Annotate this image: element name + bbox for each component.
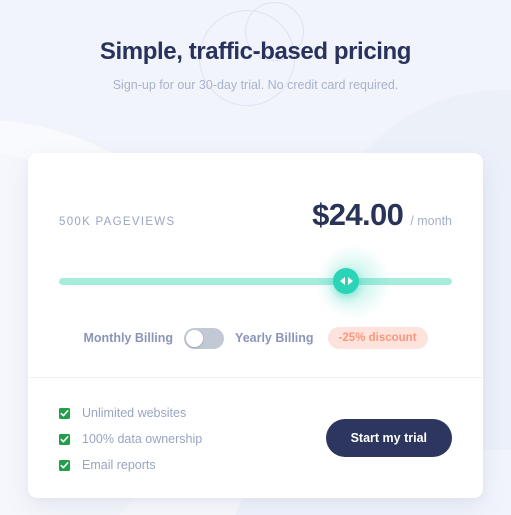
price-amount: $24.00 (312, 197, 404, 232)
features-list: Unlimited websites 100% data ownership E… (59, 404, 202, 472)
billing-toggle-row: Monthly Billing Yearly Billing -25% disc… (59, 327, 452, 349)
pricing-card: 500K PAGEVIEWS $24.00 / month Monthly Bi… (28, 153, 483, 498)
feature-label: 100% data ownership (82, 432, 203, 446)
billing-toggle-knob (186, 329, 204, 347)
list-item: Unlimited websites (59, 406, 202, 420)
chevron-right-icon (347, 277, 353, 285)
price-period: / month (410, 214, 452, 228)
checkbox-checked-icon (59, 407, 70, 419)
pricing-card-top: 500K PAGEVIEWS $24.00 / month Monthly Bi… (28, 153, 483, 349)
page-subtitle: Sign-up for our 30-day trial. No credit … (112, 78, 399, 92)
pageviews-slider[interactable] (59, 243, 452, 321)
pricing-card-bottom: Unlimited websites 100% data ownership E… (28, 377, 483, 498)
checkbox-checked-icon (59, 459, 70, 471)
billing-toggle-switch[interactable] (184, 327, 225, 349)
list-item: Email reports (59, 458, 202, 472)
slider-handle[interactable] (333, 268, 359, 294)
slider-track[interactable] (59, 278, 452, 285)
yearly-billing-label: Yearly Billing (235, 331, 314, 345)
chevron-left-icon (339, 277, 345, 285)
monthly-billing-label: Monthly Billing (83, 331, 174, 345)
feature-label: Email reports (82, 458, 156, 472)
page-title: Simple, traffic-based pricing (99, 38, 412, 65)
list-item: 100% data ownership (59, 432, 202, 446)
price-group: $24.00 / month (312, 197, 452, 233)
checkbox-checked-icon (59, 433, 70, 445)
pageviews-label: 500K PAGEVIEWS (59, 216, 176, 228)
page-header: Simple, traffic-based pricing Sign-up fo… (0, 0, 511, 92)
price-row: 500K PAGEVIEWS $24.00 / month (59, 197, 452, 233)
feature-label: Unlimited websites (82, 406, 187, 420)
discount-badge: -25% discount (327, 327, 428, 349)
start-trial-button[interactable]: Start my trial (325, 419, 452, 457)
